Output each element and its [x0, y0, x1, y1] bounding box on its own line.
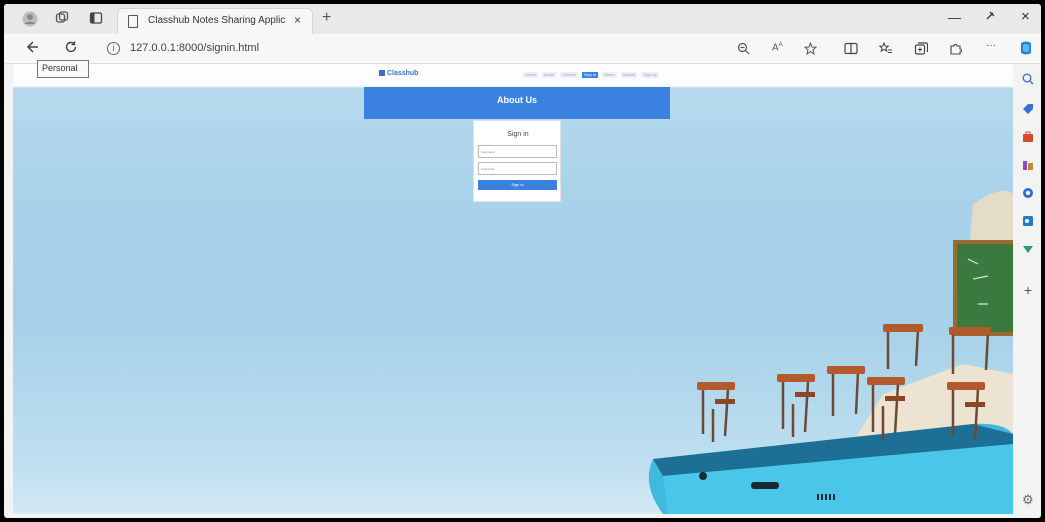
url-field[interactable]: 127.0.0.1:8000/signin.html: [130, 42, 259, 54]
split-screen-icon[interactable]: [844, 42, 858, 58]
star-icon[interactable]: [803, 41, 818, 58]
more-icon[interactable]: ···: [986, 40, 996, 51]
document-icon: [128, 15, 138, 28]
tab-title: Classhub Notes Sharing Applic: [148, 15, 286, 26]
title-bar: Classhub Notes Sharing Applic × + — ×: [4, 4, 1041, 34]
about-text: [364, 105, 670, 107]
edge-sidebar: + ⚙: [1014, 64, 1041, 518]
favorites-icon[interactable]: [878, 41, 893, 58]
about-title: About Us: [497, 95, 537, 105]
tools-icon[interactable]: [1022, 242, 1034, 254]
tag-icon[interactable]: [1022, 102, 1034, 114]
briefcase-icon[interactable]: [1022, 130, 1034, 142]
close-window-button[interactable]: ×: [1021, 8, 1030, 25]
profile-tooltip: Personal: [37, 60, 89, 78]
add-sidebar-app-button[interactable]: +: [1024, 282, 1032, 298]
page-viewport: Classhub Home About Contact Sign in Note…: [13, 64, 1013, 514]
sidebar-settings-icon[interactable]: ⚙: [1022, 492, 1034, 508]
back-arrow-icon[interactable]: [26, 40, 40, 57]
extensions-icon[interactable]: [949, 42, 963, 58]
games-icon[interactable]: [1022, 158, 1034, 170]
zoom-icon[interactable]: [737, 42, 750, 58]
about-banner: About Us: [364, 87, 670, 119]
close-tab-icon[interactable]: ×: [294, 13, 301, 27]
browser-window: Classhub Notes Sharing Applic × + — × Pe…: [4, 4, 1041, 518]
workspaces-icon[interactable]: [54, 11, 70, 27]
copilot-icon[interactable]: [1018, 40, 1034, 59]
collections-icon[interactable]: [914, 42, 929, 58]
refresh-icon[interactable]: [64, 40, 78, 57]
signin-card: Sign in Username Password Sign in: [473, 120, 561, 202]
tab-actions-icon[interactable]: [88, 11, 104, 27]
password-field[interactable]: Password: [478, 162, 557, 175]
read-aloud-icon[interactable]: AA: [772, 42, 783, 53]
signin-button[interactable]: Sign in: [478, 180, 557, 190]
info-icon[interactable]: i: [107, 42, 120, 55]
outlook-icon[interactable]: [1022, 214, 1034, 226]
signin-title: Sign in: [507, 131, 529, 138]
username-field[interactable]: Username: [478, 145, 557, 158]
pin-button[interactable]: [984, 10, 996, 25]
office-icon[interactable]: [1022, 186, 1034, 198]
search-icon[interactable]: [1022, 72, 1034, 85]
minimize-button[interactable]: —: [948, 10, 961, 25]
address-bar: Personal i 127.0.0.1:8000/signin.html AA…: [4, 34, 1041, 78]
new-tab-button[interactable]: +: [322, 9, 331, 27]
active-tab[interactable]: Classhub Notes Sharing Applic ×: [117, 8, 313, 34]
profile-icon[interactable]: [22, 11, 38, 27]
